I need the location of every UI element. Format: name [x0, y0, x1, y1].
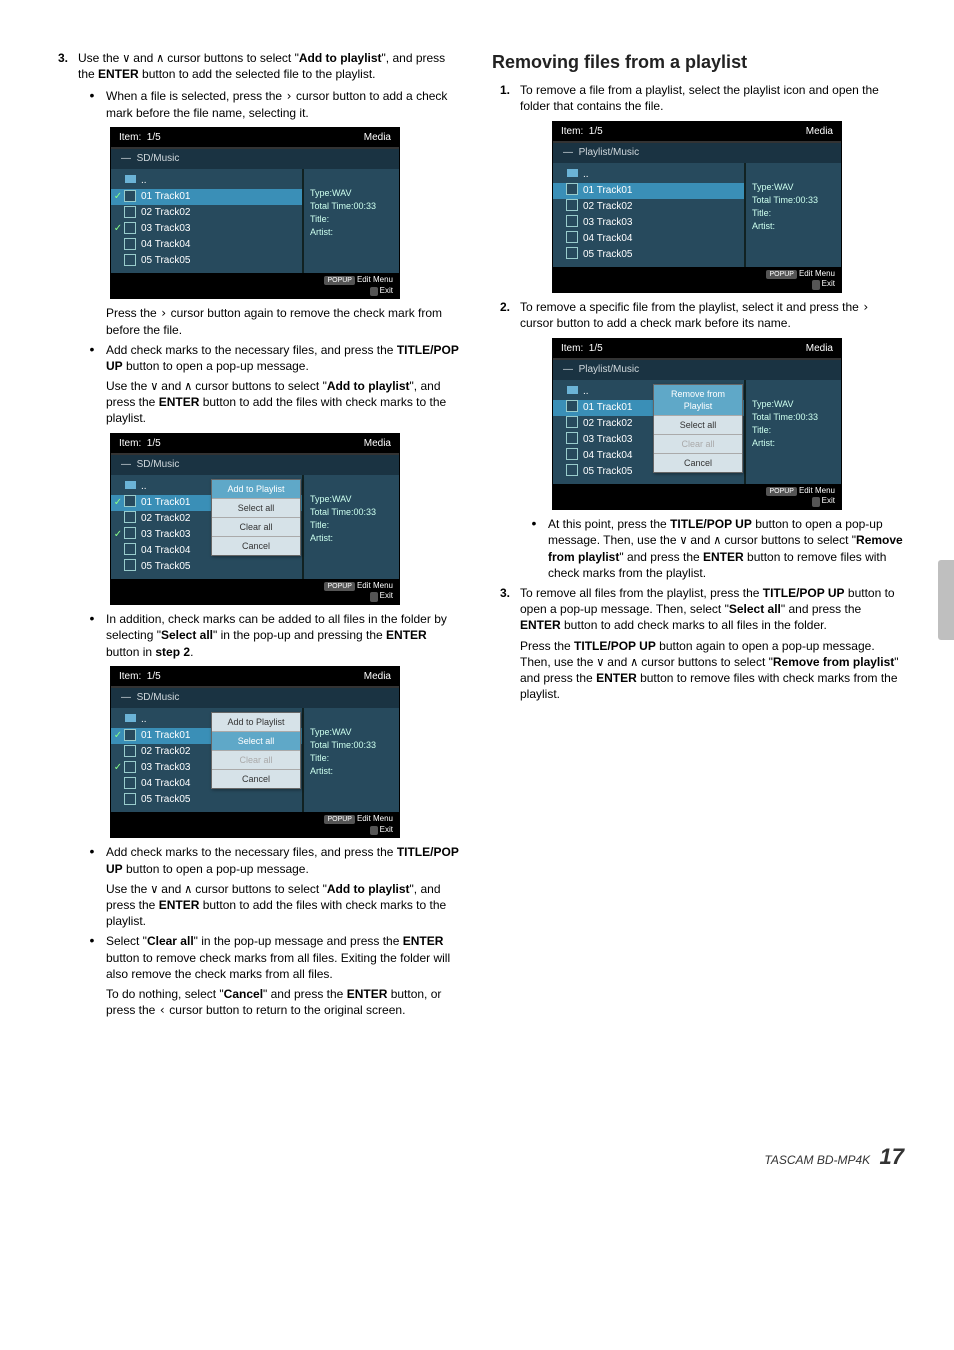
media-browser-shot-5: Item: 1/5Media — Playlist/Music .. 01 Tr…: [552, 338, 842, 511]
page-footer: TASCAM BD-MP4K 17: [50, 1142, 904, 1172]
side-tab: [938, 560, 954, 640]
music-icon: [123, 205, 137, 222]
music-icon: [123, 189, 137, 206]
chevron-up-icon: ∧: [185, 881, 192, 897]
chevron-up-icon: ∧: [185, 378, 192, 394]
chevron-down-icon: ∨: [680, 532, 687, 548]
chevron-down-icon: ∨: [151, 881, 158, 897]
popup-menu: Add to Playlist Select all Clear all Can…: [211, 712, 301, 790]
bullet: • In addition, check marks can be added …: [78, 611, 462, 660]
chevron-right-icon: ›: [285, 88, 292, 104]
folder-icon: [123, 713, 137, 727]
media-browser-shot-4: Item: 1/5Media — Playlist/Music .. 01 Tr…: [552, 121, 842, 294]
check-icon: ✓: [113, 190, 123, 204]
chevron-down-icon: ∨: [151, 378, 158, 394]
chevron-down-icon: ∨: [123, 50, 130, 66]
chevron-up-icon: ∧: [714, 532, 721, 548]
bullet: • Add check marks to the necessary files…: [78, 342, 462, 427]
popup-menu: Add to Playlist Select all Clear all Can…: [211, 479, 301, 557]
chevron-left-icon: ‹: [159, 1002, 166, 1018]
music-icon: [123, 221, 137, 238]
popup-menu: Remove from Playlist Select all Clear al…: [653, 384, 743, 474]
media-browser-shot-2: Item: 1/5Media — SD/Music .. ✓01 Track01…: [110, 433, 400, 606]
left-column: 3. Use the ∨ and ∧ cursor buttons to sel…: [50, 50, 462, 1022]
heading-removing: Removing files from a playlist: [492, 50, 904, 74]
music-icon: [123, 253, 137, 270]
page-number: 17: [880, 1144, 904, 1169]
bullet: • Add check marks to the necessary files…: [78, 844, 462, 929]
media-browser-shot-3: Item: 1/5Media — SD/Music .. ✓01 Track01…: [110, 666, 400, 839]
step-3: 3. Use the ∨ and ∧ cursor buttons to sel…: [50, 50, 462, 82]
bullet: • Select "Clear all" in the pop-up messa…: [78, 933, 462, 1018]
step-3r: 3. To remove all files from the playlist…: [492, 585, 904, 702]
bullet: • When a file is selected, press the › c…: [78, 88, 462, 120]
media-browser-shot-1: Item: 1/5 Media — SD/Music .. ✓01 Track0…: [110, 127, 400, 300]
chevron-up-icon: ∧: [157, 50, 164, 66]
chevron-down-icon: ∨: [597, 654, 604, 670]
step-1: 1. To remove a file from a playlist, sel…: [492, 82, 904, 114]
check-icon: ✓: [113, 222, 123, 236]
music-icon: [123, 237, 137, 254]
right-column: Removing files from a playlist 1. To rem…: [492, 50, 904, 1022]
chevron-up-icon: ∧: [631, 654, 638, 670]
folder-icon: [123, 174, 137, 188]
bullet: • At this point, press the TITLE/POP UP …: [520, 516, 904, 581]
page-columns: 3. Use the ∨ and ∧ cursor buttons to sel…: [50, 50, 904, 1022]
folder-icon: [565, 385, 579, 399]
step-2: 2. To remove a specific file from the pl…: [492, 299, 904, 331]
chevron-right-icon: ›: [862, 299, 869, 315]
folder-icon: [565, 168, 579, 182]
folder-icon: [123, 480, 137, 494]
